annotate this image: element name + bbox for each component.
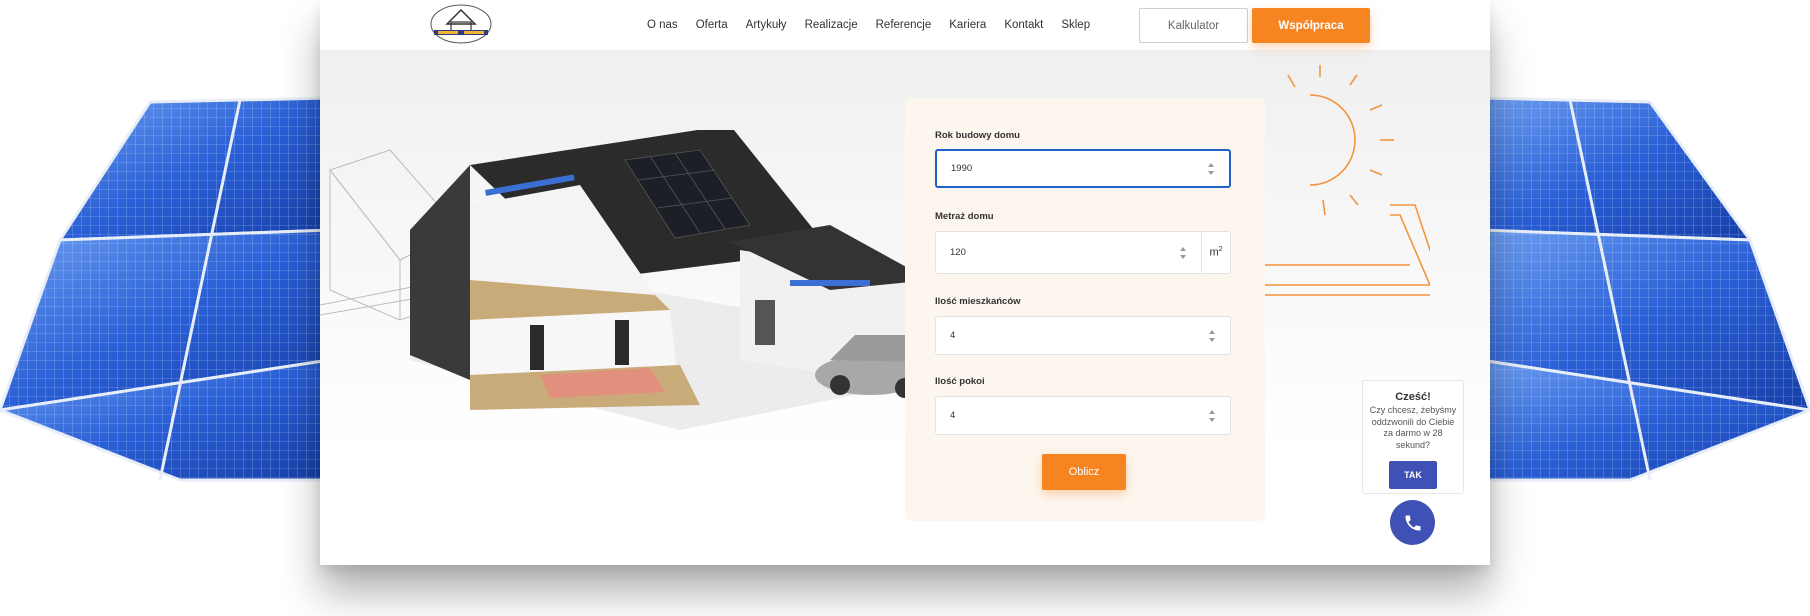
nav-item-o-nas[interactable]: O nas	[638, 19, 687, 31]
field-label-rooms: Ilość pokoi	[935, 376, 985, 387]
spinner-icon[interactable]	[1207, 162, 1215, 175]
house-logo-icon[interactable]	[430, 4, 492, 44]
field-label-residents: Ilość mieszkańców	[935, 296, 1021, 307]
nav-item-kariera[interactable]: Kariera	[940, 19, 995, 31]
spinner-icon[interactable]	[1208, 409, 1216, 422]
nav-item-artykuly[interactable]: Artykuły	[737, 19, 796, 31]
nav-item-oferta[interactable]: Oferta	[687, 19, 737, 31]
callback-yes-button[interactable]: TAK	[1389, 461, 1437, 489]
build-year-value: 1990	[951, 163, 973, 174]
residents-input[interactable]: 4	[935, 316, 1231, 355]
spinner-icon[interactable]	[1208, 329, 1216, 342]
house-cutaway-illustration	[410, 130, 930, 430]
rooms-value: 4	[950, 410, 956, 421]
nav-item-realizacje[interactable]: Realizacje	[796, 19, 867, 31]
nav-item-referencje[interactable]: Referencje	[867, 19, 941, 31]
page-card: O nas Oferta Artykuły Realizacje Referen…	[320, 0, 1490, 565]
phone-call-button[interactable]	[1390, 500, 1435, 545]
area-value: 120	[950, 247, 966, 258]
nav-item-sklep[interactable]: Sklep	[1052, 19, 1099, 31]
main-nav: O nas Oferta Artykuły Realizacje Referen…	[638, 0, 1099, 50]
solar-panel-image-right	[1478, 96, 1810, 482]
calculator-form: Rok budowy domu 1990 Metraż domu 120 m2 …	[905, 98, 1265, 521]
callback-message: Czy chcesz, żebyśmy oddzwonili do Ciebie…	[1369, 405, 1457, 450]
cooperation-button[interactable]: Współpraca	[1252, 8, 1370, 43]
phone-icon	[1405, 515, 1420, 530]
area-input[interactable]: 120 m2	[935, 231, 1231, 274]
residents-value: 4	[950, 330, 956, 341]
callback-title: Cześć!	[1395, 391, 1431, 403]
calculate-button[interactable]: Oblicz	[1042, 454, 1126, 490]
field-label-area: Metraż domu	[935, 211, 994, 222]
calculator-button[interactable]: Kalkulator	[1139, 8, 1248, 43]
field-label-build-year: Rok budowy domu	[935, 130, 1020, 141]
build-year-input[interactable]: 1990	[935, 149, 1231, 188]
rooms-input[interactable]: 4	[935, 396, 1231, 435]
callback-widget: Cześć! Czy chcesz, żebyśmy oddzwonili do…	[1362, 380, 1464, 494]
spinner-icon[interactable]	[1179, 246, 1187, 259]
site-header: O nas Oferta Artykuły Realizacje Referen…	[320, 0, 1490, 50]
nav-item-kontakt[interactable]: Kontakt	[995, 19, 1052, 31]
solar-panel-image-left	[0, 96, 332, 482]
area-unit: m2	[1209, 246, 1223, 259]
